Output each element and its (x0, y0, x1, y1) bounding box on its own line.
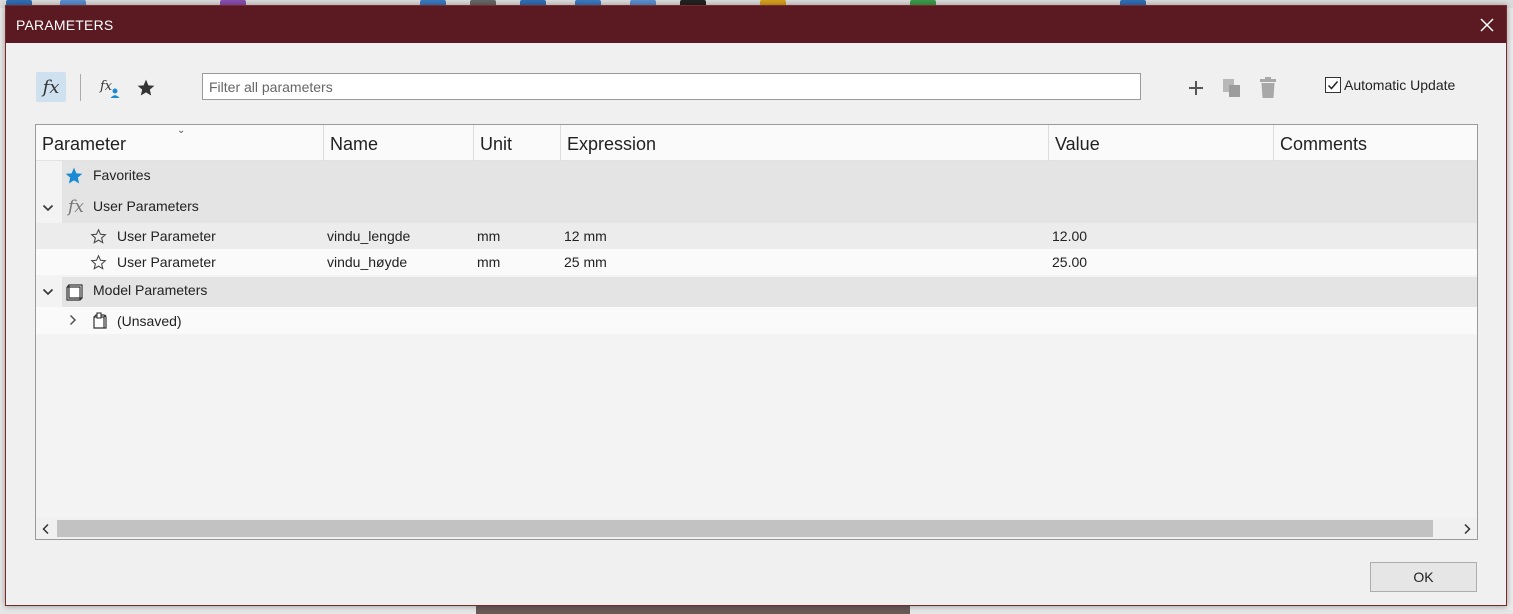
chevron-down-icon[interactable] (40, 200, 56, 216)
scroll-left-arrow[interactable] (36, 518, 56, 539)
user-fx-icon: fx (99, 79, 120, 98)
unsaved-component-label: (Unsaved) (117, 313, 182, 329)
plus-icon (1189, 81, 1203, 95)
star-icon (137, 79, 155, 96)
favorites-group-label: Favorites (93, 167, 151, 183)
scroll-right-arrow[interactable] (1457, 518, 1477, 539)
scrollbar-thumb[interactable] (57, 520, 1433, 537)
favorites-group-row[interactable]: Favorites (36, 161, 1477, 192)
automatic-update-label: Automatic Update (1344, 77, 1456, 93)
group-row-background (62, 161, 1477, 192)
value-cell: 12.00 (1052, 228, 1088, 244)
user-parameters-filter-button[interactable]: fx (96, 74, 124, 102)
column-header-unit[interactable]: Unit (474, 125, 561, 161)
parameters-dialog: PARAMETERS fx fx Filter all parameters A… (5, 5, 1507, 606)
background-app-canvas (0, 606, 1513, 614)
user-parameters-group-label: User Parameters (93, 198, 199, 214)
user-parameters-group-row[interactable]: fx User Parameters (36, 192, 1477, 223)
favorite-star-outline-icon[interactable] (89, 253, 107, 271)
background-app-panel (1507, 40, 1513, 610)
favorite-star-outline-icon[interactable] (89, 227, 107, 245)
ok-button[interactable]: OK (1370, 562, 1477, 592)
unit-cell[interactable]: mm (477, 254, 500, 270)
table-row[interactable]: User Parameter vindu_lengde mm 12 mm 12.… (36, 223, 1477, 249)
favorites-filter-button[interactable] (132, 74, 160, 102)
chevron-right-icon[interactable] (66, 313, 80, 327)
parameter-cell: User Parameter (117, 254, 216, 270)
fx-all-parameters-button[interactable]: fx (36, 72, 66, 102)
dialog-title: PARAMETERS (16, 17, 114, 33)
component-icon (89, 310, 111, 332)
model-parameters-group-row[interactable]: Model Parameters (36, 277, 1477, 307)
sort-caret-icon: ⌄ (177, 125, 186, 136)
table-header: ⌄ Parameter Name Unit Expression Value C… (36, 125, 1477, 161)
name-cell[interactable]: vindu_høyde (327, 254, 407, 270)
column-header-name[interactable]: Name (324, 125, 474, 161)
automatic-update-toggle[interactable]: Automatic Update (1325, 77, 1455, 93)
group-row-background (62, 192, 1477, 223)
title-bar: PARAMETERS (6, 6, 1506, 43)
expression-cell[interactable]: 12 mm (564, 228, 607, 244)
group-row-background (62, 277, 1477, 307)
checkmark-icon (1327, 81, 1339, 90)
model-parameters-group-label: Model Parameters (93, 282, 208, 298)
copy-parameter-button[interactable] (1218, 74, 1246, 102)
filter-input[interactable] (202, 73, 1141, 100)
favorites-star-icon (64, 166, 84, 186)
close-button[interactable] (1472, 10, 1502, 40)
chevron-down-icon[interactable] (40, 284, 56, 300)
svg-text:fx: fx (99, 79, 113, 94)
column-header-value[interactable]: Value (1049, 125, 1274, 161)
trash-icon (1260, 77, 1276, 98)
copy-icon (1223, 79, 1240, 97)
parameter-cell: User Parameter (117, 228, 216, 244)
parameters-table: ⌄ Parameter Name Unit Expression Value C… (35, 124, 1478, 540)
automatic-update-checkbox[interactable] (1325, 77, 1341, 93)
column-header-expression[interactable]: Expression (561, 125, 1049, 161)
delete-parameter-button[interactable] (1254, 74, 1282, 102)
expression-cell[interactable]: 25 mm (564, 254, 607, 270)
fx-icon: fx (68, 197, 84, 217)
list-item[interactable]: (Unsaved) (36, 307, 1477, 334)
close-icon (1480, 18, 1494, 32)
unit-cell[interactable]: mm (477, 228, 500, 244)
model-body-icon (64, 281, 86, 303)
column-header-comments[interactable]: Comments (1274, 125, 1477, 161)
name-cell[interactable]: vindu_lengde (327, 228, 410, 244)
value-cell: 25.00 (1052, 254, 1088, 270)
table-row[interactable]: User Parameter vindu_høyde mm 25 mm 25.0… (36, 249, 1477, 275)
add-parameter-button[interactable] (1182, 74, 1210, 102)
column-header-parameter[interactable]: ⌄ Parameter (36, 125, 324, 161)
toolbar-separator (80, 74, 81, 101)
fx-icon: fx (42, 76, 60, 98)
horizontal-scrollbar[interactable] (36, 518, 1477, 539)
